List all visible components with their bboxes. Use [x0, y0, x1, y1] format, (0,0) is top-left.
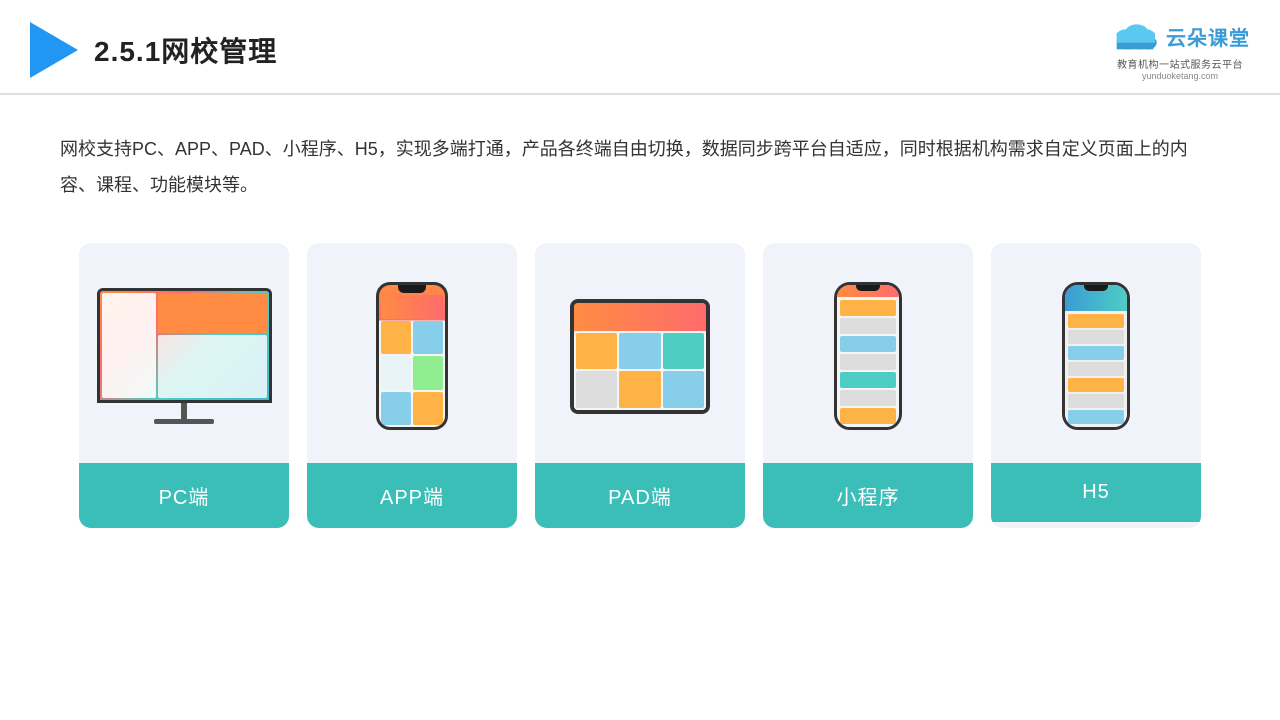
h5-row-6 — [1068, 394, 1124, 408]
brand-url: yunduoketang.com — [1142, 71, 1218, 81]
phone-screen — [379, 285, 445, 427]
tablet-body — [574, 331, 706, 410]
tablet-header — [574, 303, 706, 331]
pc-sidebar — [102, 293, 156, 398]
header-left: 2.5.1网校管理 — [30, 22, 277, 78]
card-app: APP端 — [307, 243, 517, 528]
card-pc-label: PC端 — [79, 463, 289, 528]
cloud-icon — [1110, 18, 1160, 54]
mini-notch — [856, 285, 880, 291]
card-miniprogram: 小程序 — [763, 243, 973, 528]
pc-top-banner — [158, 293, 267, 333]
card-miniprogram-image — [763, 243, 973, 463]
brand-logo: 云朵课堂 教育机构一站式服务云平台 yunduoketang.com — [1110, 18, 1250, 81]
tablet-cell-1 — [576, 333, 617, 370]
card-miniprogram-label: 小程序 — [763, 463, 973, 528]
mini-row-1 — [840, 300, 896, 316]
pc-base — [154, 419, 214, 424]
mini-screen — [837, 285, 899, 427]
tablet-cell-3 — [663, 333, 704, 370]
h5-body — [1065, 311, 1127, 427]
phone-grid-2 — [413, 321, 443, 354]
pc-stand — [181, 403, 187, 419]
tablet-cell-2 — [619, 333, 660, 370]
pc-device-mockup — [94, 288, 274, 424]
tablet-cell-6 — [663, 371, 704, 408]
card-app-label: APP端 — [307, 463, 517, 528]
mini-row-7 — [840, 408, 896, 424]
h5-row-4 — [1068, 362, 1124, 376]
tablet-cell-4 — [576, 371, 617, 408]
mini-row-2 — [840, 318, 896, 334]
h5-row-5 — [1068, 378, 1124, 392]
pc-screen — [97, 288, 272, 403]
cloud-logo-container: 云朵课堂 — [1110, 18, 1250, 54]
card-h5-label: H5 — [991, 463, 1201, 522]
header: 2.5.1网校管理 云朵课堂 教育机构一站式服务云平台 yunduoketang… — [0, 0, 1280, 95]
app-phone-mockup — [376, 282, 448, 430]
logo-icon — [30, 22, 78, 78]
card-pad-label: PAD端 — [535, 463, 745, 528]
tablet-content — [574, 303, 706, 410]
tablet-screen — [574, 303, 706, 410]
phone-grid-5 — [381, 392, 411, 425]
mini-row-4 — [840, 354, 896, 370]
cards-container: PC端 — [0, 233, 1280, 548]
h5-phone-mockup — [1062, 282, 1130, 430]
pc-bottom-content — [158, 335, 267, 398]
phone-grid-6 — [413, 392, 443, 425]
h5-notch — [1084, 285, 1108, 291]
mini-row-6 — [840, 390, 896, 406]
h5-row-2 — [1068, 330, 1124, 344]
pad-tablet-mockup — [570, 299, 710, 414]
h5-row-7 — [1068, 410, 1124, 424]
tablet-cell-5 — [619, 371, 660, 408]
card-pad: PAD端 — [535, 243, 745, 528]
pc-screen-content — [100, 291, 269, 400]
mini-row-3 — [840, 336, 896, 352]
phone-grid-1 — [381, 321, 411, 354]
card-pc: PC端 — [79, 243, 289, 528]
phone-content — [379, 293, 445, 427]
brand-name: 云朵课堂 — [1166, 22, 1250, 51]
mini-phone-mockup — [834, 282, 902, 430]
phone-header — [381, 295, 443, 319]
mini-row-5 — [840, 372, 896, 388]
phone-grid-3 — [381, 356, 411, 389]
h5-screen — [1065, 285, 1127, 427]
phone-notch — [398, 285, 426, 293]
card-pad-image — [535, 243, 745, 463]
card-h5: H5 — [991, 243, 1201, 528]
h5-row-1 — [1068, 314, 1124, 328]
brand-tagline: 教育机构一站式服务云平台 — [1117, 56, 1243, 71]
card-h5-image — [991, 243, 1201, 463]
card-app-image — [307, 243, 517, 463]
h5-row-3 — [1068, 346, 1124, 360]
page-title: 2.5.1网校管理 — [94, 30, 277, 70]
mini-body — [837, 297, 899, 427]
phone-grid-4 — [413, 356, 443, 389]
description-text: 网校支持PC、APP、PAD、小程序、H5，实现多端打通，产品各终端自由切换，数… — [0, 95, 1280, 223]
card-pc-image — [79, 243, 289, 463]
pc-content — [158, 293, 267, 398]
phone-grid — [381, 321, 443, 425]
